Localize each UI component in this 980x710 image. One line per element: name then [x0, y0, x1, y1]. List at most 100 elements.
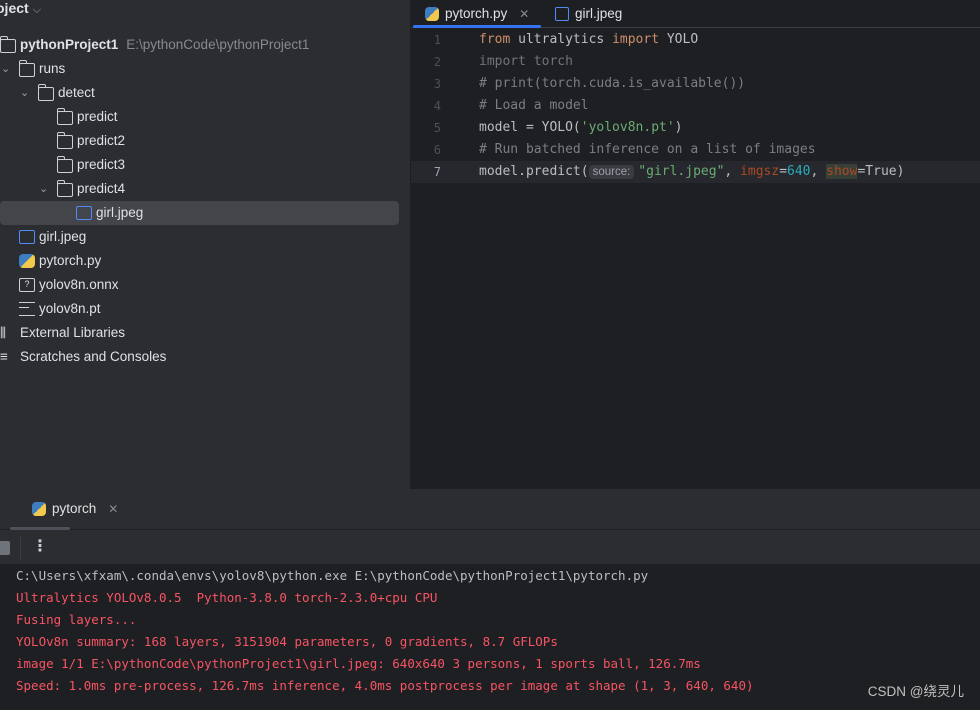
tree-item[interactable]: predict — [0, 105, 118, 129]
image-icon — [76, 206, 92, 220]
python-icon — [425, 7, 439, 21]
code-token: ) — [674, 120, 683, 135]
tree-item[interactable]: ? yolov8n.onnx — [0, 273, 119, 297]
code-editor[interactable]: pytorch.py ✕ girl.jpeg 1 2 3 4 5 6 7 from ultr… — [411, 0, 980, 489]
project-sidebar: oject ⌵ pythonProject1 E:\pythonCode\pytho… — [0, 0, 411, 489]
line-number: 5 — [433, 121, 441, 135]
chevron-down-icon[interactable]: ⌄ — [1, 57, 19, 81]
code-token: # Run batched inference on a list of ima… — [479, 142, 816, 157]
code-token: = — [779, 164, 788, 179]
tree-item[interactable]: pytorch.py — [0, 249, 101, 273]
line-number: 1 — [433, 33, 441, 47]
run-panel: pytorch ✕ ⋮ C:\Users\xfxam\.conda\envs\y… — [0, 489, 980, 710]
tree-item[interactable]: predict2 — [0, 129, 125, 153]
console-line: YOLOv8n summary: 168 layers, 3151904 par… — [16, 634, 558, 649]
tree-item[interactable]: ⌄ detect — [0, 81, 95, 105]
tree-item[interactable]: ⌄ runs — [0, 57, 65, 81]
tab-girl-jpeg[interactable]: girl.jpeg — [555, 0, 622, 28]
code-token: 'yolov8n.pt' — [580, 120, 675, 135]
tree-item-label: pythonProject1 — [20, 37, 119, 52]
code-line[interactable]: # print(torch.cuda.is_available()) — [479, 73, 745, 95]
tree-item[interactable]: predict3 — [0, 153, 125, 177]
folder-icon — [38, 84, 54, 101]
tree-item[interactable]: ≡ Scratches and Consoles — [0, 345, 166, 369]
close-icon[interactable]: ✕ — [108, 500, 118, 518]
folder-icon — [57, 132, 73, 149]
console-output[interactable]: C:\Users\xfxam\.conda\envs\yolov8\python… — [0, 565, 980, 710]
tree-item-label: detect — [58, 85, 95, 100]
project-view-title[interactable]: oject ⌵ — [0, 0, 41, 18]
folder-icon — [0, 36, 16, 53]
code-line[interactable]: model = YOLO('yolov8n.pt') — [479, 117, 683, 139]
run-tab-pytorch[interactable]: pytorch ✕ — [32, 495, 118, 523]
python-icon — [19, 254, 35, 268]
code-token: # print(torch.cuda.is_available()) — [479, 76, 746, 91]
code-token: model.predict( — [479, 164, 589, 179]
console-line: Speed: 1.0ms pre-process, 126.7ms infere… — [16, 678, 754, 693]
tree-item[interactable]: pythonProject1 E:\pythonCode\pythonProjec… — [0, 33, 309, 57]
chevron-down-icon: ⌵ — [32, 4, 42, 16]
console-line: Ultralytics YOLOv8.0.5 Python-3.8.0 torc… — [16, 590, 438, 605]
line-number: 2 — [433, 55, 441, 69]
chevron-down-icon[interactable]: ⌄ — [20, 81, 38, 105]
tree-item[interactable]: yolov8n.pt — [0, 297, 101, 321]
code-line[interactable]: # Run batched inference on a list of ima… — [479, 139, 816, 161]
console-line: image 1/1 E:\pythonCode\pythonProject1\g… — [16, 656, 701, 671]
tree-item-label: predict3 — [77, 157, 126, 172]
tree-item[interactable]: ⌄ predict4 — [0, 177, 125, 201]
code-token: from — [479, 32, 519, 47]
image-icon — [19, 230, 35, 244]
console-line: C:\Users\xfxam\.conda\envs\yolov8\python… — [16, 568, 649, 583]
tree-item-label: runs — [39, 61, 66, 76]
code-token: show — [826, 164, 858, 179]
image-icon — [555, 7, 569, 21]
tree-item-label: yolov8n.onnx — [39, 277, 119, 292]
editor-tabs: pytorch.py ✕ girl.jpeg — [411, 0, 980, 28]
tree-item[interactable]: girl.jpeg — [0, 225, 86, 249]
code-token: # Load a model — [479, 98, 589, 113]
line-number: 4 — [433, 99, 441, 113]
folder-icon — [19, 60, 35, 77]
code-token: "girl.jpeg" — [638, 164, 725, 179]
stop-icon[interactable] — [0, 541, 10, 555]
code-line[interactable]: import torch — [479, 51, 573, 73]
more-options-icon[interactable]: ⋮ — [32, 536, 48, 556]
tree-item-label: External Libraries — [20, 325, 126, 340]
code-token: import — [612, 32, 667, 47]
folder-icon — [57, 156, 73, 173]
scratches-icon: ≡ — [0, 349, 8, 364]
tab-pytorch-py[interactable]: pytorch.py ✕ — [412, 0, 542, 28]
code-line[interactable]: model.predict(source: "girl.jpeg", imgsz=… — [479, 161, 904, 183]
console-line: Fusing layers... — [16, 612, 137, 627]
chevron-down-icon[interactable]: ⌄ — [39, 177, 57, 201]
tree-item-label: Scratches and Consoles — [20, 349, 167, 364]
tree-item[interactable]: ⫼ External Libraries — [0, 321, 125, 345]
line-number: 3 — [433, 77, 441, 91]
line-number: 7 — [433, 165, 441, 179]
code-token: ultralytics — [518, 32, 613, 47]
folder-icon — [57, 180, 73, 197]
code-token: model = YOLO( — [479, 120, 581, 135]
project-path: E:\pythonCode\pythonProject1 — [126, 37, 310, 52]
code-token: YOLO — [666, 32, 699, 47]
text-file-icon — [19, 302, 35, 316]
code-line[interactable]: # Load a model — [479, 95, 589, 117]
tab-label: pytorch.py — [445, 6, 508, 21]
project-title-label: oject — [0, 0, 29, 16]
tree-item-label: pytorch.py — [39, 253, 102, 268]
library-icon: ⫼ — [0, 325, 6, 340]
tree-item-label: predict2 — [77, 133, 126, 148]
tree-item-label: predict4 — [77, 181, 126, 196]
tree-item[interactable]: girl.jpeg — [0, 201, 399, 225]
code-token: , — [810, 164, 827, 179]
watermark: CSDN @绕灵儿 — [867, 684, 964, 699]
code-token: import torch — [479, 54, 573, 69]
folder-icon — [57, 108, 73, 125]
close-icon[interactable]: ✕ — [519, 5, 529, 23]
code-token: 640 — [787, 164, 811, 179]
tree-item-label: girl.jpeg — [96, 205, 144, 220]
code-token: =True) — [857, 164, 905, 179]
run-toolbar: ⋮ — [0, 530, 980, 565]
code-line[interactable]: from ultralytics import YOLO — [479, 29, 698, 51]
tree-item-label: predict — [77, 109, 118, 124]
